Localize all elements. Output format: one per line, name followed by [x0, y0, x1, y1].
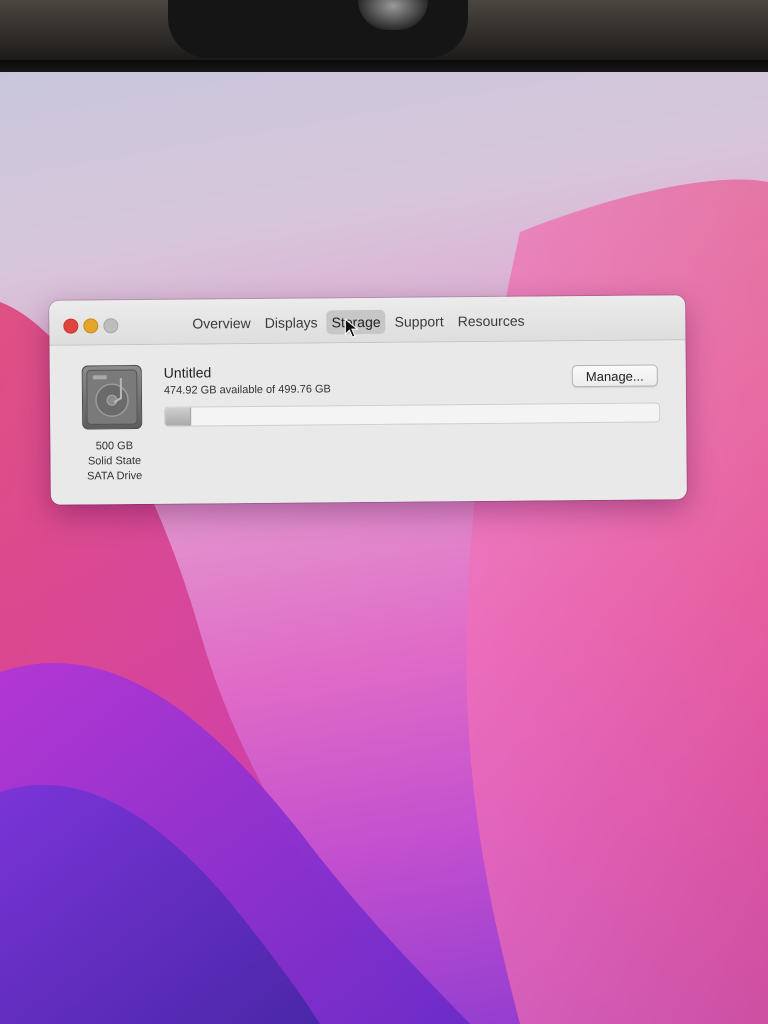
- tab-resources[interactable]: Resources: [453, 309, 530, 334]
- close-button[interactable]: [63, 318, 79, 334]
- monitor-bezel: [0, 0, 768, 74]
- desktop-wallpaper: [0, 72, 768, 1024]
- hard-drive-icon: [81, 364, 143, 430]
- storage-usage-bar: [164, 402, 661, 427]
- minimize-button[interactable]: [83, 318, 99, 334]
- camera-housing: [168, 0, 468, 58]
- drive-caption: 500 GB Solid State SATA Drive: [72, 439, 156, 485]
- camera-lens: [358, 0, 428, 30]
- volume-name: Untitled: [163, 364, 212, 381]
- drive-interface: SATA Drive: [86, 469, 143, 483]
- system-info-window: Overview Displays Storage Support Resour…: [49, 295, 687, 505]
- tab-displays[interactable]: Displays: [260, 310, 323, 335]
- window-titlebar: Overview Displays Storage Support Resour…: [49, 295, 686, 346]
- tab-bar: Overview Displays Storage Support Resour…: [187, 309, 529, 336]
- tab-overview[interactable]: Overview: [187, 311, 256, 336]
- manage-button[interactable]: Manage...: [571, 364, 658, 388]
- storage-used-segment: [165, 407, 191, 426]
- drive-type: Solid State: [87, 454, 142, 468]
- tab-support[interactable]: Support: [390, 309, 449, 334]
- volume-available: 474.92 GB available of 499.76 GB: [163, 383, 331, 397]
- zoom-button: [103, 318, 119, 334]
- wallpaper-waves: [0, 179, 768, 1024]
- pointer-cursor-icon: [344, 318, 359, 338]
- drive-capacity: 500 GB: [95, 440, 134, 453]
- storage-panel: 500 GB Solid State SATA Drive Untitled 4…: [49, 340, 687, 505]
